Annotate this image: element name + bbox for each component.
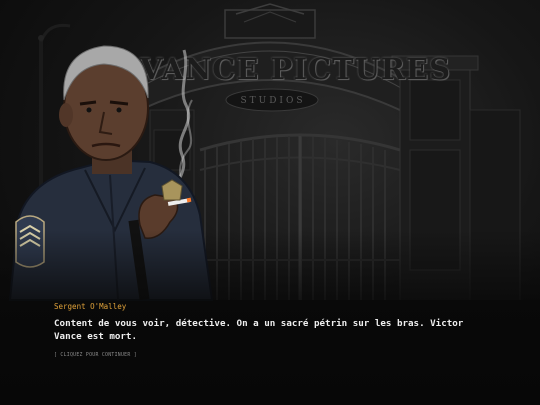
dialogue-text: Content de vous voir, détective. On a un…: [54, 318, 464, 342]
game-scene[interactable]: VANCE PICTURES STUDIOS Sergent O'Malley …: [0, 0, 540, 405]
speaker-name: Sergent O'Malley: [54, 302, 127, 311]
dialogue-box[interactable]: Sergent O'Malley Content de vous voir, d…: [54, 302, 494, 358]
continue-prompt[interactable]: [ CLIQUEZ POUR CONTINUER ]: [54, 353, 494, 358]
